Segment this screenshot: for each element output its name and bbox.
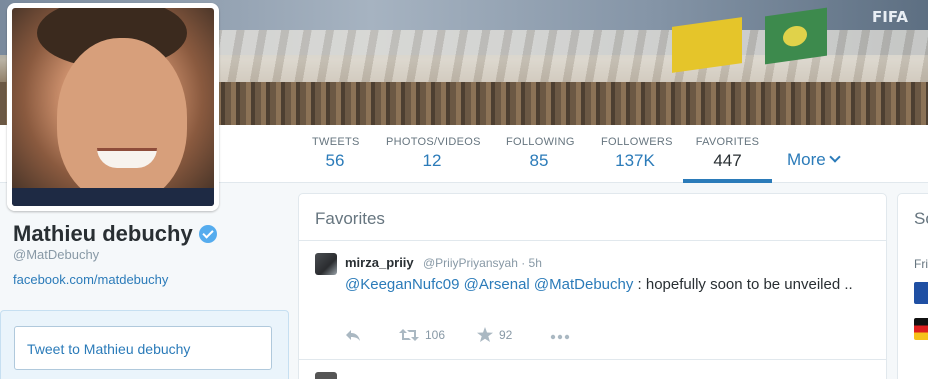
profile-handle: @MatDebuchy	[13, 247, 100, 262]
next-tweet-avatar	[315, 372, 337, 379]
tweet-to-panel: Tweet to Mathieu debuchy	[0, 310, 289, 379]
nav-tweets-count: 56	[325, 151, 345, 170]
profile-name[interactable]: Mathieu debuchy	[13, 221, 217, 247]
profile-name-text: Mathieu debuchy	[13, 221, 193, 246]
tweet-text: @KeeganNufc09 @Arsenal @MatDebuchy : hop…	[345, 274, 865, 295]
profile-website-link[interactable]: facebook.com/matdebuchy	[13, 272, 168, 287]
suggestions-title: So	[914, 209, 928, 228]
nav-followers-count: 137K	[615, 151, 655, 170]
next-tweet-partial	[315, 372, 615, 379]
timeline-title: Favorites	[315, 209, 385, 228]
nav-photos-videos[interactable]: PHOTOS/VIDEOS 12	[386, 125, 481, 183]
nav-tweets-label: TWEETS	[312, 136, 360, 148]
tweet-timestamp[interactable]: 5h	[529, 256, 542, 270]
suggestions-subtitle: Fri	[914, 257, 928, 271]
nav-more-button[interactable]: More	[787, 150, 841, 170]
reply-icon	[346, 329, 360, 341]
nav-followers[interactable]: FOLLOWERS 137K	[601, 125, 673, 183]
favorite-button[interactable]: 92	[477, 327, 513, 343]
banner-flag-brazil	[765, 7, 827, 65]
retweet-icon	[399, 328, 419, 341]
nav-tweets[interactable]: TWEETS 56	[312, 125, 360, 183]
avatar-face	[57, 38, 187, 203]
banner-flag-yellow	[672, 17, 742, 73]
chevron-down-icon	[829, 151, 841, 163]
verified-badge-icon	[198, 225, 217, 243]
suggestion-avatar[interactable]	[914, 282, 928, 304]
nav-photos-videos-count: 12	[422, 151, 442, 170]
nav-following-count: 85	[529, 151, 549, 170]
profile-avatar[interactable]	[7, 3, 219, 211]
tweet-mention[interactable]: @KeeganNufc09	[345, 276, 459, 293]
tweet-mention[interactable]: @MatDebuchy	[534, 276, 633, 293]
more-options-button[interactable]	[550, 329, 570, 343]
tweet-to-input[interactable]: Tweet to Mathieu debuchy	[14, 326, 272, 370]
nav-followers-label: FOLLOWERS	[601, 136, 673, 148]
more-dots-icon	[550, 334, 570, 340]
suggestion-avatar[interactable]	[914, 318, 928, 340]
banner-fifa-text: FIFA	[872, 8, 908, 26]
star-icon	[477, 327, 493, 343]
nav-favorites[interactable]: FAVORITES 447	[683, 125, 772, 183]
tweet-mention[interactable]: @Arsenal	[464, 276, 530, 293]
favorite-count: 92	[499, 327, 513, 342]
nav-favorites-label: FAVORITES	[695, 136, 760, 148]
tweet-body-text: : hopefully soon to be unveiled ..	[637, 276, 853, 293]
tweet-author-name[interactable]: mirza_priiy	[345, 255, 414, 270]
reply-button[interactable]	[345, 327, 361, 342]
nav-more-label: More	[787, 150, 826, 169]
tweet-author-handle[interactable]: @PriiyPriyansyah	[423, 256, 518, 270]
retweet-count: 106	[425, 327, 446, 342]
retweet-button[interactable]: 106	[399, 327, 445, 342]
suggestions-panel: So Fri	[897, 193, 928, 379]
avatar-shirt	[12, 188, 214, 206]
tweet-meta: @PriiyPriyansyah · 5h	[423, 256, 542, 270]
nav-following-label: FOLLOWING	[506, 136, 575, 148]
tweet-divider	[299, 359, 886, 360]
nav-photos-videos-label: PHOTOS/VIDEOS	[386, 136, 481, 148]
tweet-author-avatar[interactable]	[315, 253, 337, 275]
tweet-item[interactable]: mirza_priiy @PriiyPriyansyah · 5h @Keega…	[299, 241, 886, 359]
nav-favorites-count: 447	[713, 151, 742, 170]
favorites-timeline: Favorites mirza_priiy @PriiyPriyansyah ·…	[298, 193, 887, 379]
tweet-actions: 106 92	[345, 327, 865, 347]
nav-following[interactable]: FOLLOWING 85	[506, 125, 575, 183]
